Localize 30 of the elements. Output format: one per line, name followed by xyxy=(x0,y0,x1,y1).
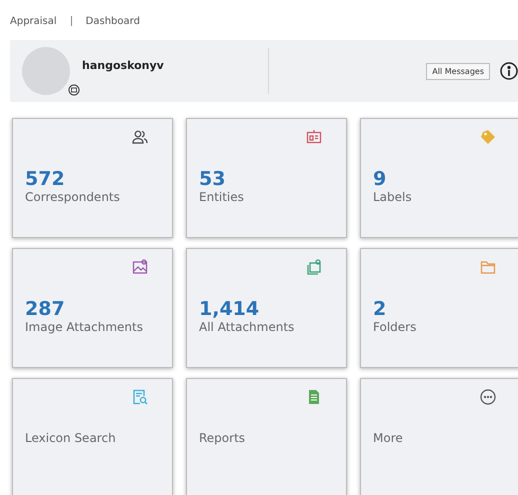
tile-label: All Attachments xyxy=(199,320,296,334)
dashboard-tile[interactable]: 572 Correspondents xyxy=(12,118,173,238)
breadcrumb-current: Dashboard xyxy=(86,16,140,26)
all-messages-button[interactable]: All Messages xyxy=(426,62,490,80)
tile-label: Entities xyxy=(199,190,245,204)
tile-label: Folders xyxy=(373,320,418,334)
dashboard-tile[interactable]: 1,414 All Attachments xyxy=(186,248,347,368)
tile-label: Correspondents xyxy=(25,190,121,204)
tile-count: 53 xyxy=(199,169,226,190)
tile-count: 287 xyxy=(25,299,66,320)
tile-count: 1,414 xyxy=(199,299,260,320)
dashboard-tile[interactable]: More xyxy=(360,378,518,495)
username: hangoskonyv xyxy=(82,58,164,72)
tile-label: More xyxy=(373,431,404,445)
info-icon[interactable] xyxy=(500,62,518,80)
dashboard-tile[interactable]: 9 Labels xyxy=(360,118,518,238)
tile-label: Labels xyxy=(373,190,413,204)
tile-count: 9 xyxy=(373,169,388,190)
tile-label: Image Attachments xyxy=(25,320,144,334)
dashboard-tile[interactable]: Reports xyxy=(186,378,347,495)
tile-count: 2 xyxy=(373,299,388,320)
tile-count: 572 xyxy=(25,169,66,190)
dashboard-tile[interactable]: Lexicon Search xyxy=(12,378,173,495)
dashboard-tile[interactable]: 53 Entities xyxy=(186,118,347,238)
dashboard-tile[interactable]: 287 Image Attachments xyxy=(12,248,173,368)
breadcrumb-link[interactable]: Appraisal xyxy=(10,16,57,26)
dashboard-tile[interactable]: 2 Folders xyxy=(360,248,518,368)
tile-label: Reports xyxy=(199,431,246,445)
tile-label: Lexicon Search xyxy=(25,431,117,445)
avatar xyxy=(22,47,70,95)
